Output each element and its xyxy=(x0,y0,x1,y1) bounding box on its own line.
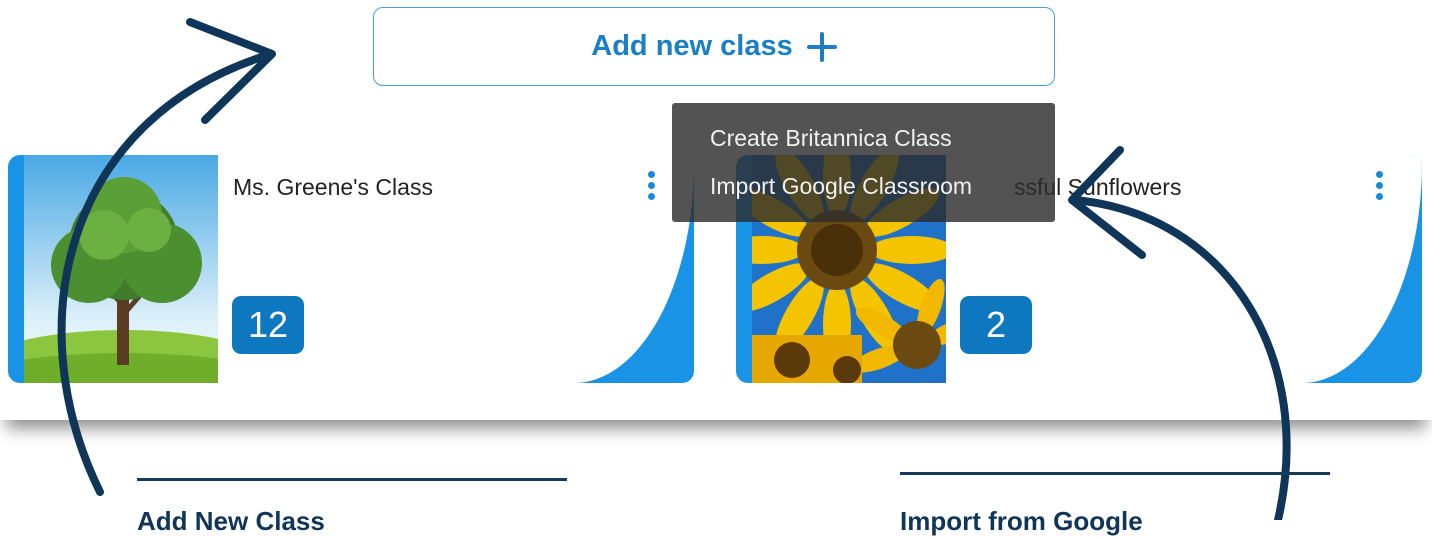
divider-right xyxy=(900,472,1330,475)
annotation-arrows xyxy=(57,18,1291,520)
annotation-import-google: Import from Google xyxy=(900,506,1143,536)
left-arrow-curve xyxy=(57,51,272,496)
annotation-add-new-class: Add New Class xyxy=(137,506,325,536)
divider-left xyxy=(137,478,567,481)
